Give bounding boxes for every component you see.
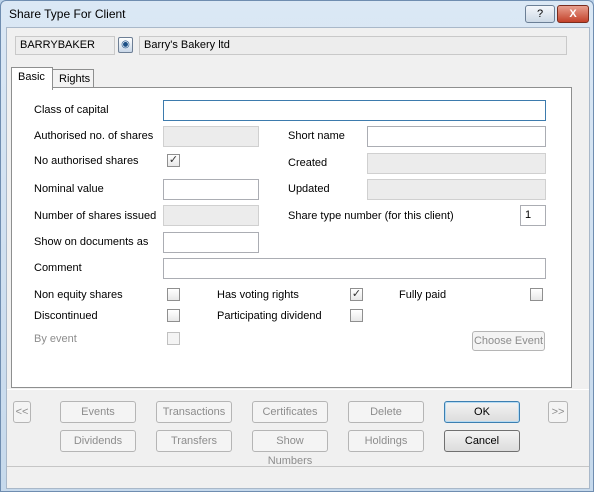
client-code-field: BARRYBAKER [15,36,115,55]
share-type-number-label: Share type number (for this client) [288,210,454,222]
short-name-input[interactable] [367,126,546,147]
no-authorised-label: No authorised shares [34,155,139,167]
client-name-field: Barry's Bakery ltd [139,36,567,55]
window-title: Share Type For Client [9,7,126,21]
by-event-checkbox [167,332,180,345]
transactions-button: Transactions [156,401,232,423]
voting-rights-checkbox[interactable]: ✓ [350,288,363,301]
participating-dividend-checkbox[interactable] [350,309,363,322]
show-numbers-button: Show Numbers [252,430,328,467]
nominal-value-label: Nominal value [34,183,104,195]
authorised-shares-label: Authorised no. of shares [34,130,154,142]
status-bar [7,466,589,488]
non-equity-checkbox[interactable] [167,288,180,301]
voting-rights-label: Has voting rights [217,289,299,301]
previous-button: << [13,401,31,423]
authorised-shares-input [163,126,259,147]
comment-input[interactable] [163,258,546,279]
tab-rights[interactable]: Rights [52,69,94,88]
class-of-capital-input[interactable] [163,100,546,121]
client-lookup-icon[interactable]: ◉ [118,37,133,53]
show-on-documents-input[interactable] [163,232,259,253]
by-event-label: By event [34,333,77,345]
comment-label: Comment [34,262,82,274]
share-type-number-input[interactable]: 1 [520,205,546,226]
short-name-label: Short name [288,130,345,142]
basic-tab-panel: Class of capital Authorised no. of share… [11,87,572,388]
holdings-button: Holdings [348,430,424,452]
choose-event-button: Choose Event [472,331,545,351]
created-field [367,153,546,174]
shares-issued-label: Number of shares issued [34,210,157,222]
fully-paid-label: Fully paid [399,289,447,301]
delete-button: Delete [348,401,424,423]
dialog-body: BARRYBAKER ◉ Barry's Bakery ltd Basic Ri… [6,27,590,489]
participating-dividend-label: Participating dividend [217,310,322,322]
cancel-button[interactable]: Cancel [444,430,520,452]
created-label: Created [288,157,328,169]
help-button[interactable]: ? [525,5,555,23]
show-on-documents-label: Show on documents as [34,236,149,248]
ok-button[interactable]: OK [444,401,520,423]
shares-issued-field [163,205,259,226]
fully-paid-checkbox[interactable] [530,288,543,301]
transfers-button: Transfers [156,430,232,452]
share-type-dialog: Share Type For Client ? X BARRYBAKER ◉ B… [0,0,594,492]
tab-basic[interactable]: Basic [11,67,53,90]
class-of-capital-label: Class of capital [34,104,109,116]
discontinued-label: Discontinued [34,310,98,322]
dividends-button: Dividends [60,430,136,452]
discontinued-checkbox[interactable] [167,309,180,322]
events-button: Events [60,401,136,423]
no-authorised-checkbox[interactable]: ✓ [167,154,180,167]
nominal-value-input[interactable] [163,179,259,200]
close-button[interactable]: X [557,5,589,23]
updated-field [367,179,546,200]
title-bar: Share Type For Client ? X [1,1,593,27]
updated-label: Updated [288,183,330,195]
non-equity-label: Non equity shares [34,289,123,301]
certificates-button: Certificates [252,401,328,423]
next-button: >> [548,401,568,423]
separator [7,389,589,390]
